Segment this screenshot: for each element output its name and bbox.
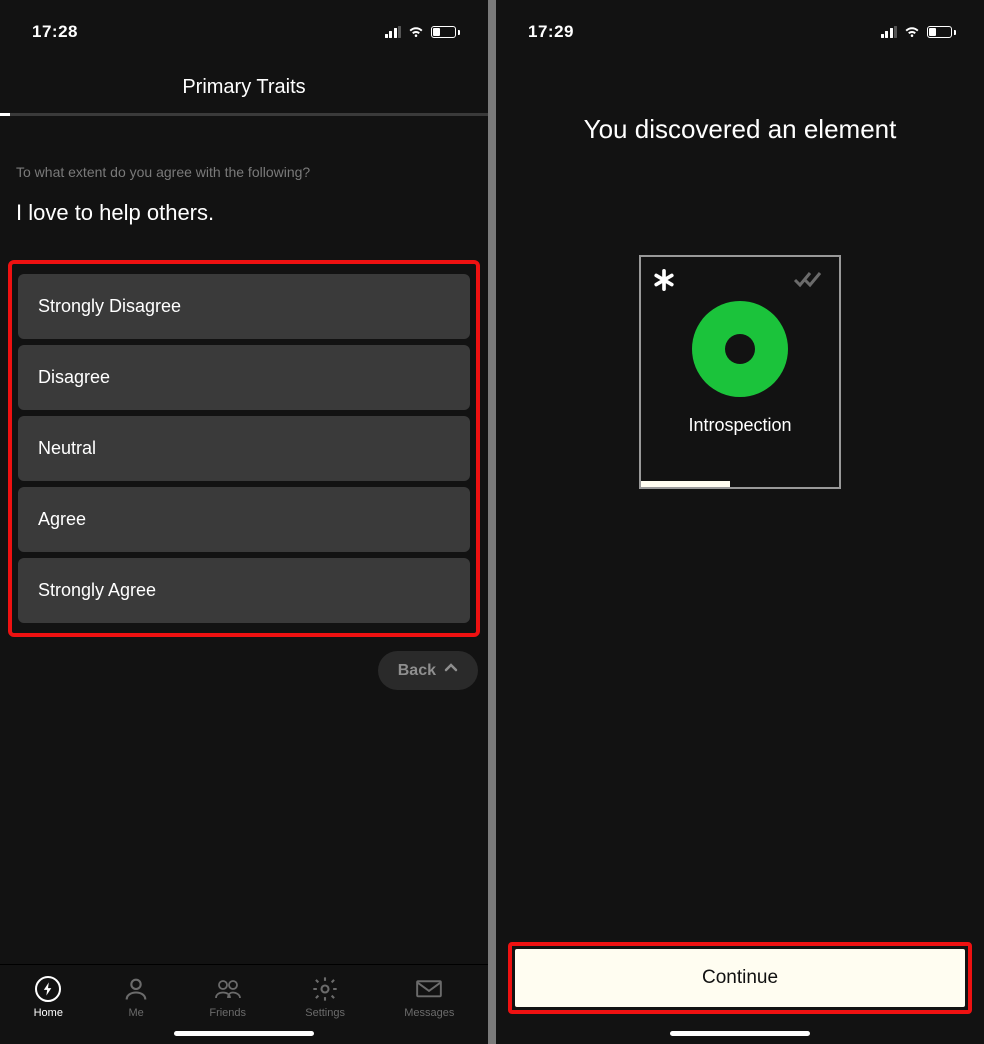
element-card-wrap: Introspection bbox=[496, 255, 984, 489]
tab-label: Me bbox=[129, 1007, 144, 1019]
screen-primary-traits: 17:28 Primary Traits To what extent do y… bbox=[0, 0, 488, 1044]
envelope-icon bbox=[415, 975, 443, 1003]
status-time: 17:28 bbox=[32, 22, 78, 42]
battery-icon bbox=[927, 26, 956, 38]
gear-icon bbox=[311, 975, 339, 1003]
double-check-icon bbox=[793, 269, 827, 294]
continue-button[interactable]: Continue bbox=[515, 949, 965, 1007]
tab-label: Friends bbox=[209, 1007, 246, 1019]
page-title: Primary Traits bbox=[0, 76, 488, 99]
option-strongly-agree[interactable]: Strongly Agree bbox=[18, 558, 470, 623]
question-meta: To what extent do you agree with the fol… bbox=[16, 164, 472, 180]
wifi-icon bbox=[407, 25, 425, 39]
option-strongly-disagree[interactable]: Strongly Disagree bbox=[18, 274, 470, 339]
question-section: To what extent do you agree with the fol… bbox=[0, 116, 488, 260]
tab-friends[interactable]: Friends bbox=[209, 975, 246, 1019]
tab-messages[interactable]: Messages bbox=[404, 975, 454, 1019]
status-icons bbox=[881, 25, 957, 39]
status-icons bbox=[385, 25, 461, 39]
card-progress-fill bbox=[641, 481, 730, 487]
tab-bar: Home Me Friends Settings Messages bbox=[0, 964, 488, 1025]
status-time: 17:29 bbox=[528, 22, 574, 42]
discovered-headline: You discovered an element bbox=[496, 54, 984, 145]
bolt-icon bbox=[34, 975, 62, 1003]
cellular-signal-icon bbox=[385, 26, 402, 38]
cellular-signal-icon bbox=[881, 26, 898, 38]
screen-discovered-element: 17:29 You discovered an element bbox=[496, 0, 984, 1044]
option-disagree[interactable]: Disagree bbox=[18, 345, 470, 410]
tab-home[interactable]: Home bbox=[34, 975, 63, 1019]
home-indicator bbox=[174, 1031, 314, 1036]
battery-icon bbox=[431, 26, 460, 38]
header: Primary Traits bbox=[0, 54, 488, 113]
element-ring-icon bbox=[692, 301, 788, 397]
chevron-up-icon bbox=[444, 661, 458, 680]
back-button[interactable]: Back bbox=[378, 651, 478, 690]
tab-settings[interactable]: Settings bbox=[305, 975, 345, 1019]
progress-bar bbox=[0, 113, 488, 116]
tab-label: Messages bbox=[404, 1007, 454, 1019]
wifi-icon bbox=[903, 25, 921, 39]
option-neutral[interactable]: Neutral bbox=[18, 416, 470, 481]
status-bar: 17:29 bbox=[496, 10, 984, 54]
option-agree[interactable]: Agree bbox=[18, 487, 470, 552]
tab-label: Home bbox=[34, 1007, 63, 1019]
continue-highlight: Continue bbox=[508, 942, 972, 1014]
question-text: I love to help others. bbox=[16, 200, 472, 226]
card-progress bbox=[641, 481, 839, 487]
asterisk-icon bbox=[653, 269, 675, 296]
back-button-label: Back bbox=[398, 662, 436, 680]
answer-options-highlight: Strongly Disagree Disagree Neutral Agree… bbox=[8, 260, 480, 637]
home-indicator bbox=[670, 1031, 810, 1036]
person-icon bbox=[122, 975, 150, 1003]
element-name: Introspection bbox=[641, 415, 839, 436]
people-icon bbox=[214, 975, 242, 1003]
tab-label: Settings bbox=[305, 1007, 345, 1019]
status-bar: 17:28 bbox=[0, 10, 488, 54]
element-card[interactable]: Introspection bbox=[639, 255, 841, 489]
progress-fill bbox=[0, 113, 10, 116]
tab-me[interactable]: Me bbox=[122, 975, 150, 1019]
